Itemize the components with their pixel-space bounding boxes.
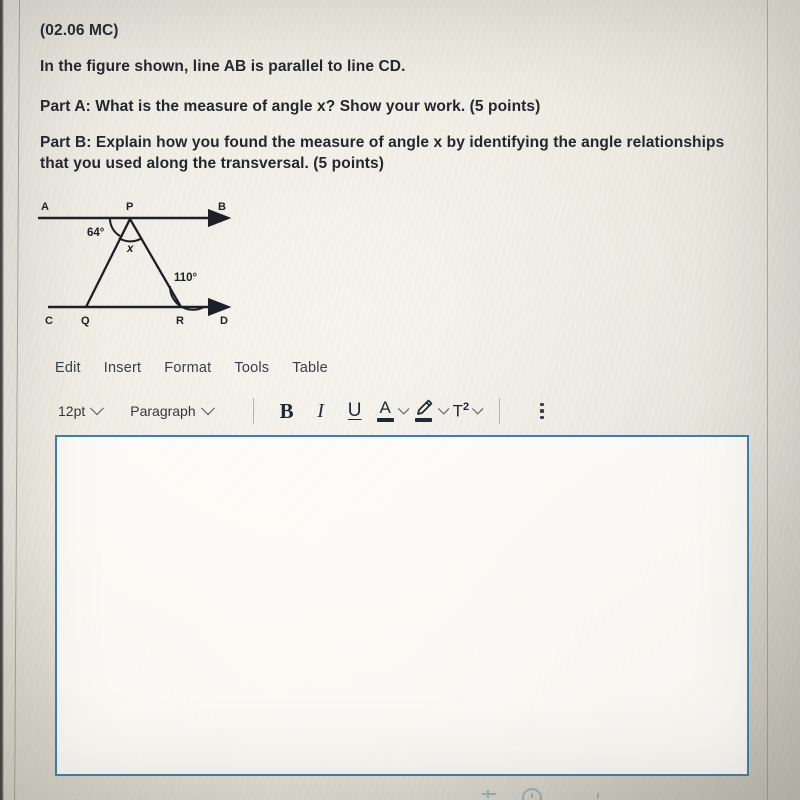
question-intro-text: In the figure shown, line AB is parallel… <box>40 58 406 75</box>
font-size-dropdown[interactable]: 12pt <box>58 401 105 419</box>
part-b-label: Part B: <box>40 134 92 151</box>
block-format-value: Paragraph <box>130 403 196 419</box>
angle-arc-64 <box>108 217 121 237</box>
more-options-icon[interactable] <box>530 397 554 425</box>
figure-label-p: P <box>126 201 133 213</box>
highlighter-icon <box>413 399 435 424</box>
superscript-base: T <box>452 401 464 421</box>
menu-table[interactable]: Table <box>292 360 328 376</box>
chevron-down-icon[interactable] <box>397 403 410 415</box>
angle-label-110: 110° <box>174 272 198 284</box>
chevron-down-icon[interactable] <box>472 403 484 415</box>
toolbar-divider <box>252 398 254 424</box>
figure-label-d: D <box>220 315 228 327</box>
superscript-icon: T2 <box>453 401 470 422</box>
kebab-dot <box>540 415 544 420</box>
geometry-figure: A P B C Q R D 64° x 110° <box>30 196 260 334</box>
part-a-text: What is the measure of angle x? Show you… <box>90 98 541 115</box>
part-b-text: Explain how you found the measure of ang… <box>40 134 725 172</box>
figure-label-a: A <box>41 201 49 213</box>
figure-label-q: Q <box>81 315 90 327</box>
editor-toolbar: 12pt Paragraph B I U A T2 <box>58 396 554 426</box>
menu-format[interactable]: Format <box>164 360 211 376</box>
font-size-value: 12pt <box>58 403 86 419</box>
figure-label-c: C <box>45 315 53 327</box>
page-content: (02.06 MC) In the figure shown, line AB … <box>0 0 800 800</box>
answer-textarea[interactable] <box>55 435 749 776</box>
part-b-paragraph: Part B: Explain how you found the measur… <box>40 133 748 175</box>
italic-button[interactable]: I <box>304 396 338 426</box>
text-color-letter: A <box>379 397 391 417</box>
chevron-down-icon <box>200 401 215 416</box>
kebab-dot <box>540 409 544 413</box>
text-color-icon: A <box>376 399 395 424</box>
menu-edit[interactable]: Edit <box>55 360 81 376</box>
superscript-exponent: 2 <box>463 400 470 413</box>
figure-label-r: R <box>176 315 184 327</box>
toolbar-divider-2 <box>499 398 501 424</box>
editor-menubar: Edit Insert Format Tools Table <box>55 360 328 376</box>
chevron-down-icon <box>90 401 105 416</box>
figure-label-b: B <box>218 201 226 213</box>
highlight-color-control[interactable] <box>413 399 450 424</box>
underline-button[interactable]: U <box>338 396 372 426</box>
kebab-dot <box>540 402 544 407</box>
answer-textarea-content[interactable] <box>57 437 747 774</box>
menu-insert[interactable]: Insert <box>104 360 141 376</box>
superscript-format-control[interactable]: T2 <box>453 401 484 422</box>
menu-tools[interactable]: Tools <box>234 360 269 376</box>
question-code: (02.06 MC) <box>40 22 119 39</box>
block-format-dropdown[interactable]: Paragraph <box>130 401 215 419</box>
angle-arc-x <box>118 237 143 243</box>
screenshot-root: (02.06 MC) In the figure shown, line AB … <box>0 0 800 800</box>
bottom-cropped-artifacts <box>470 784 670 800</box>
part-a-label: Part A: <box>40 98 91 115</box>
text-color-control[interactable]: A <box>376 399 410 424</box>
angle-label-64: 64° <box>87 227 105 239</box>
part-a-paragraph: Part A: What is the measure of angle x? … <box>40 98 740 116</box>
segment-pr <box>129 218 182 308</box>
chevron-down-icon[interactable] <box>437 403 450 415</box>
angle-label-x: x <box>126 243 134 255</box>
bold-button[interactable]: B <box>270 396 304 426</box>
